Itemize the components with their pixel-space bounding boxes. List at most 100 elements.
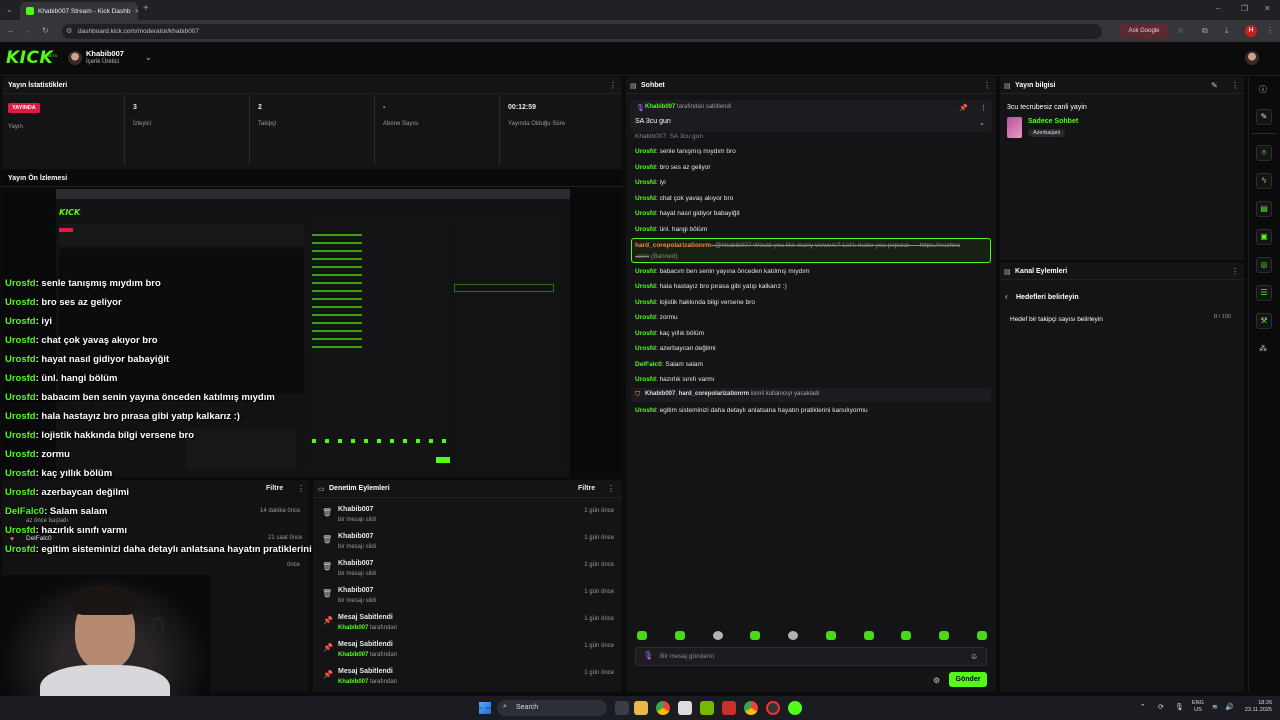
chat-message[interactable]: Urosfd: babacım ben senin yayına önceden… xyxy=(635,268,810,275)
edit-pencil-icon[interactable]: ✎ xyxy=(1211,81,1218,90)
chat-menu-icon[interactable]: ⋮ xyxy=(983,81,991,90)
new-tab-icon[interactable]: + xyxy=(143,4,149,14)
lightning-icon[interactable]: ϟ xyxy=(1256,173,1272,189)
kick-app-icon[interactable] xyxy=(788,701,802,715)
document-icon[interactable]: ▤ xyxy=(1256,201,1272,217)
tray-chevron-up-icon[interactable]: ⌃ xyxy=(1140,703,1146,711)
chat-message[interactable]: DelFalc0: Salam salam xyxy=(635,361,703,368)
pinned-menu-icon[interactable]: ⋮ xyxy=(980,104,987,112)
chat-message[interactable]: Urosfd: hazırlık sınıfı varmı xyxy=(635,376,714,383)
chat-icon[interactable]: ▣ xyxy=(1256,229,1272,245)
camera-icon[interactable]: ⌾ xyxy=(1256,145,1272,161)
chat-message[interactable]: Urosfd: ünl. hangi bölüm xyxy=(635,226,707,233)
info-icon[interactable]: ⓘ xyxy=(1259,84,1267,95)
emote-icon[interactable] xyxy=(750,631,761,640)
modlog-row[interactable]: 🗑 Khabib007 bir mesajı sildi 1 gün önce xyxy=(322,533,618,559)
tray-sync-icon[interactable]: ⟳ xyxy=(1158,703,1164,711)
emote-icon[interactable] xyxy=(939,631,950,640)
goals-back-label[interactable]: Hedefleri belirleyin xyxy=(1016,294,1079,301)
emote-icon[interactable] xyxy=(863,631,874,640)
site-info-icon[interactable]: ⚙ xyxy=(66,27,72,37)
downloads-icon[interactable]: ⤓ xyxy=(1225,26,1229,36)
bookmark-star-icon[interactable]: ☆ xyxy=(1177,26,1184,36)
chat-message[interactable]: Urosfd: egitim sisteminizi daha detaylı … xyxy=(635,407,868,414)
modlog-row[interactable]: 🗑 Khabib007 bir mesajı sildi 1 gün önce xyxy=(322,506,618,532)
stats-menu-icon[interactable]: ⋮ xyxy=(609,81,617,90)
task-view-icon[interactable] xyxy=(615,701,629,715)
file-explorer-icon[interactable] xyxy=(634,701,648,715)
info-menu-icon[interactable]: ⋮ xyxy=(1231,81,1239,90)
modlog-row[interactable]: 📌 Mesaj Sabitlendi Khabib007 tarafından … xyxy=(322,668,618,694)
back-icon[interactable]: ← xyxy=(7,26,15,36)
wifi-icon[interactable]: ≋ xyxy=(1212,703,1218,711)
browser-tab[interactable]: Khabib007 Stream - Kick Dashb ✕ xyxy=(20,2,138,20)
broadcast-icon[interactable]: ◎ xyxy=(1256,257,1272,273)
taskbar-search[interactable] xyxy=(497,700,607,716)
category-name[interactable]: Sadece Sohbet xyxy=(1028,118,1078,125)
maximize-icon[interactable]: ❐ xyxy=(1241,4,1248,14)
modlog-row[interactable]: 🗑 Khabib007 bir mesajı sildi 1 gün önce xyxy=(322,587,618,613)
minimize-icon[interactable]: – xyxy=(1216,4,1220,14)
modlog-row[interactable]: 📌 Mesaj Sabitlendi Khabib007 tarafından … xyxy=(322,614,618,640)
kick-logo[interactable]: KICK xyxy=(6,48,53,68)
chat-message[interactable]: Urosfd: chat çok yavaş akıyor bro xyxy=(635,195,733,202)
modlog-filter-button[interactable]: Filtre xyxy=(578,485,595,492)
chat-message[interactable]: Urosfd: lojistik hakkında bilgi versene … xyxy=(635,299,755,306)
chat-message[interactable]: Urosfd: bro ses az geliyor xyxy=(635,164,711,171)
chat-message[interactable]: Urosfd: kaç yıllık bölüm xyxy=(635,330,704,337)
layout-icon[interactable]: ☰ xyxy=(1256,285,1272,301)
language-tag[interactable]: Azerbaijani xyxy=(1028,129,1066,137)
send-button[interactable]: Gönder xyxy=(949,672,987,687)
chat-message[interactable]: Urosfd: zormu xyxy=(635,314,678,321)
emoji-picker-icon[interactable]: ☺ xyxy=(970,652,978,661)
tab-search-icon[interactable]: ⌄ xyxy=(6,5,13,15)
volume-icon[interactable]: 🔊 xyxy=(1225,703,1234,711)
clock[interactable]: 18:26 23.11.2025 xyxy=(1240,700,1272,714)
back-chevron-left-icon[interactable]: ‹ xyxy=(1005,292,1008,301)
share-icon[interactable]: ⁂ xyxy=(1259,344,1267,353)
modlog-collapse-icon[interactable]: ▭ xyxy=(318,485,325,493)
pinned-expand-chevron-down-icon[interactable]: ⌄ xyxy=(979,119,985,127)
header-avatar[interactable] xyxy=(1245,51,1259,65)
browser-menu-icon[interactable]: ⋮ xyxy=(1266,26,1274,36)
user-avatar[interactable] xyxy=(68,51,82,65)
language-indicator[interactable]: ENG US xyxy=(1192,700,1204,714)
modlog-menu-icon[interactable]: ⋮ xyxy=(607,484,615,493)
chrome-active-icon[interactable] xyxy=(744,701,758,715)
actions-menu-icon[interactable]: ⋮ xyxy=(1231,267,1239,276)
extensions-icon[interactable]: ⧉ xyxy=(1202,26,1208,36)
modlog-row[interactable]: 📌 Mesaj Sabitlendi Khabib007 tarafından … xyxy=(322,641,618,667)
tray-mic-icon[interactable]: 🎙 xyxy=(1175,703,1184,711)
profile-avatar[interactable]: H xyxy=(1245,25,1257,37)
tab-close-icon[interactable]: ✕ xyxy=(135,7,139,15)
modlog-row[interactable]: 🗑 Khabib007 bir mesajı sildi 1 gün önce xyxy=(322,560,618,586)
pin-icon[interactable]: 📌 xyxy=(959,104,968,112)
forward-icon[interactable]: → xyxy=(24,26,32,36)
emote-icon[interactable] xyxy=(712,631,723,640)
account-switch-chevron-down-icon[interactable]: ⌄ xyxy=(145,53,152,62)
chat-message[interactable]: Urosfd: hala hastayız bro pırasa gibi ya… xyxy=(635,283,787,290)
address-bar[interactable]: dashboard.kick.com/moderator/khabib007 xyxy=(62,24,1102,39)
chat-settings-gear-icon[interactable]: ⚙ xyxy=(933,676,940,685)
app-icon[interactable] xyxy=(722,701,736,715)
emote-icon[interactable] xyxy=(637,631,647,640)
wrench-icon[interactable]: ⚒ xyxy=(1256,313,1272,329)
window-close-icon[interactable]: ✕ xyxy=(1264,4,1271,14)
emote-icon[interactable] xyxy=(825,631,836,640)
emote-icon[interactable] xyxy=(788,631,799,640)
chat-message[interactable]: Urosfd: senle tanışmış mıydım bro xyxy=(635,148,736,155)
emote-icon[interactable] xyxy=(901,631,912,640)
reload-icon[interactable]: ↻ xyxy=(42,26,49,36)
category-thumbnail[interactable] xyxy=(1007,117,1022,138)
emote-icon[interactable] xyxy=(674,631,685,640)
obs-icon[interactable] xyxy=(766,701,780,715)
chat-message[interactable]: Urosfd: azerbaycan değilmi xyxy=(635,345,716,352)
edit-icon[interactable]: ✎ xyxy=(1256,109,1272,125)
store-icon[interactable] xyxy=(678,701,692,715)
chat-message[interactable]: Urosfd: hayat nasıl gidiyor babayiğit xyxy=(635,210,740,217)
nvidia-icon[interactable] xyxy=(700,701,714,715)
chat-message[interactable]: Urosfd: iyi xyxy=(635,179,666,186)
chrome-icon[interactable] xyxy=(656,701,670,715)
emote-icon[interactable] xyxy=(976,631,987,640)
ask-google-button[interactable]: Ask Google xyxy=(1118,24,1170,39)
